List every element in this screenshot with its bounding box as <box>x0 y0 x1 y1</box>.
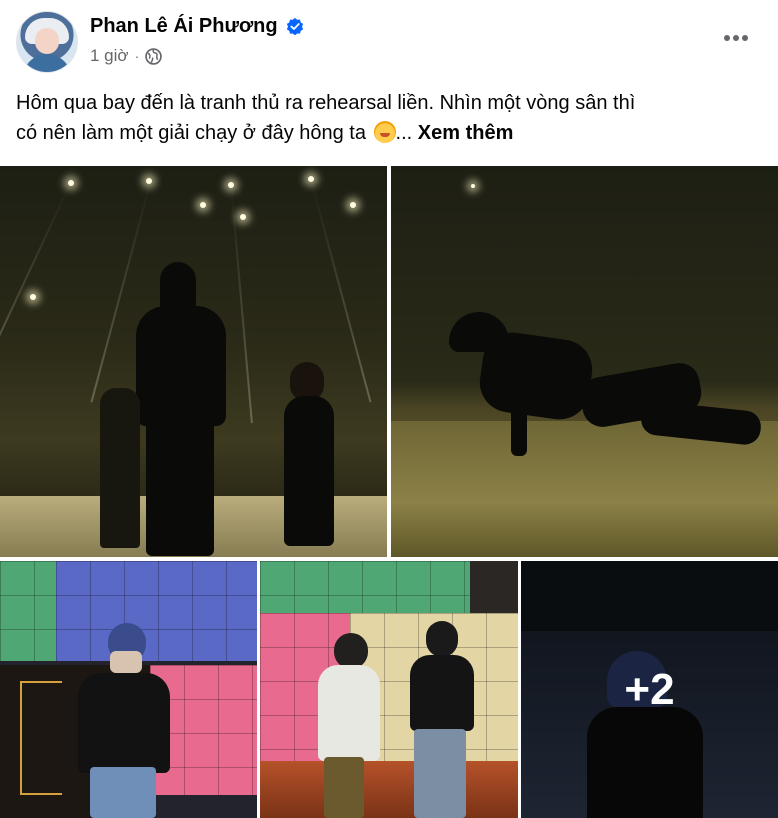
led-panel-blue <box>56 561 257 661</box>
dancer-torso <box>475 328 597 424</box>
crew-silhouette <box>100 388 140 548</box>
person-pants <box>324 757 364 818</box>
avatar-face <box>35 28 59 54</box>
post-ellipsis: ... <box>395 122 413 144</box>
person-hoodie <box>318 665 380 761</box>
spotlight <box>68 180 74 186</box>
more-dot-icon <box>742 35 748 41</box>
author-row: Phan Lê Ái Phương <box>90 12 304 40</box>
post-text-line1: Hôm qua bay đến là tranh thủ ra rehearsa… <box>16 92 636 114</box>
photo-1[interactable] <box>0 166 387 557</box>
spotlight <box>240 214 246 220</box>
photo-2[interactable] <box>391 166 778 557</box>
post-text: Hôm qua bay đến là tranh thủ ra rehearsa… <box>16 88 756 148</box>
globe-icon[interactable] <box>145 47 163 65</box>
author-name[interactable]: Phan Lê Ái Phương <box>90 15 278 38</box>
meta-separator: · <box>134 48 140 64</box>
spotlight <box>308 176 314 182</box>
person-cap <box>334 633 368 669</box>
spotlight <box>228 182 234 188</box>
spotlight <box>471 184 475 188</box>
verified-badge-icon <box>286 17 303 35</box>
smiling-face-with-hearts-icon <box>373 121 396 143</box>
spotlight-beam <box>0 181 72 382</box>
performer-legs <box>146 421 214 556</box>
more-photos-overlay[interactable]: +2 <box>521 561 778 818</box>
truss <box>20 681 62 795</box>
spotlight <box>146 178 152 184</box>
person-jeans <box>414 729 466 818</box>
performer-body <box>136 306 226 426</box>
led-panel-green <box>0 561 60 661</box>
photo-5[interactable]: +2 <box>521 561 778 818</box>
more-dot-icon <box>724 35 730 41</box>
post-text-line2: có nên làm một giải chạy ở đây hông ta <box>16 122 372 144</box>
more-options-button[interactable] <box>718 24 754 52</box>
person-jacket <box>78 673 170 773</box>
person-jeans <box>90 767 156 818</box>
dancer-arm <box>511 392 527 456</box>
avatar-shirt <box>23 54 71 72</box>
spotlight <box>200 202 206 208</box>
spotlight <box>350 202 356 208</box>
photo-3[interactable] <box>0 561 257 818</box>
led-panel-green <box>260 561 470 617</box>
post-header: Phan Lê Ái Phương 1 giờ · <box>0 0 778 80</box>
post-meta: 1 giờ · <box>90 46 163 66</box>
more-dot-icon <box>733 35 739 41</box>
person-face <box>110 651 142 673</box>
dancer-body <box>284 396 334 546</box>
photo-4[interactable] <box>260 561 518 818</box>
person-beanie <box>426 621 458 657</box>
avatar[interactable] <box>16 11 78 73</box>
post-timestamp[interactable]: 1 giờ <box>90 46 129 66</box>
person-jacket <box>410 655 474 731</box>
spotlight <box>30 294 36 300</box>
see-more-link[interactable]: Xem thêm <box>418 122 514 144</box>
stage-floor <box>260 761 518 818</box>
performer-head <box>160 262 196 312</box>
